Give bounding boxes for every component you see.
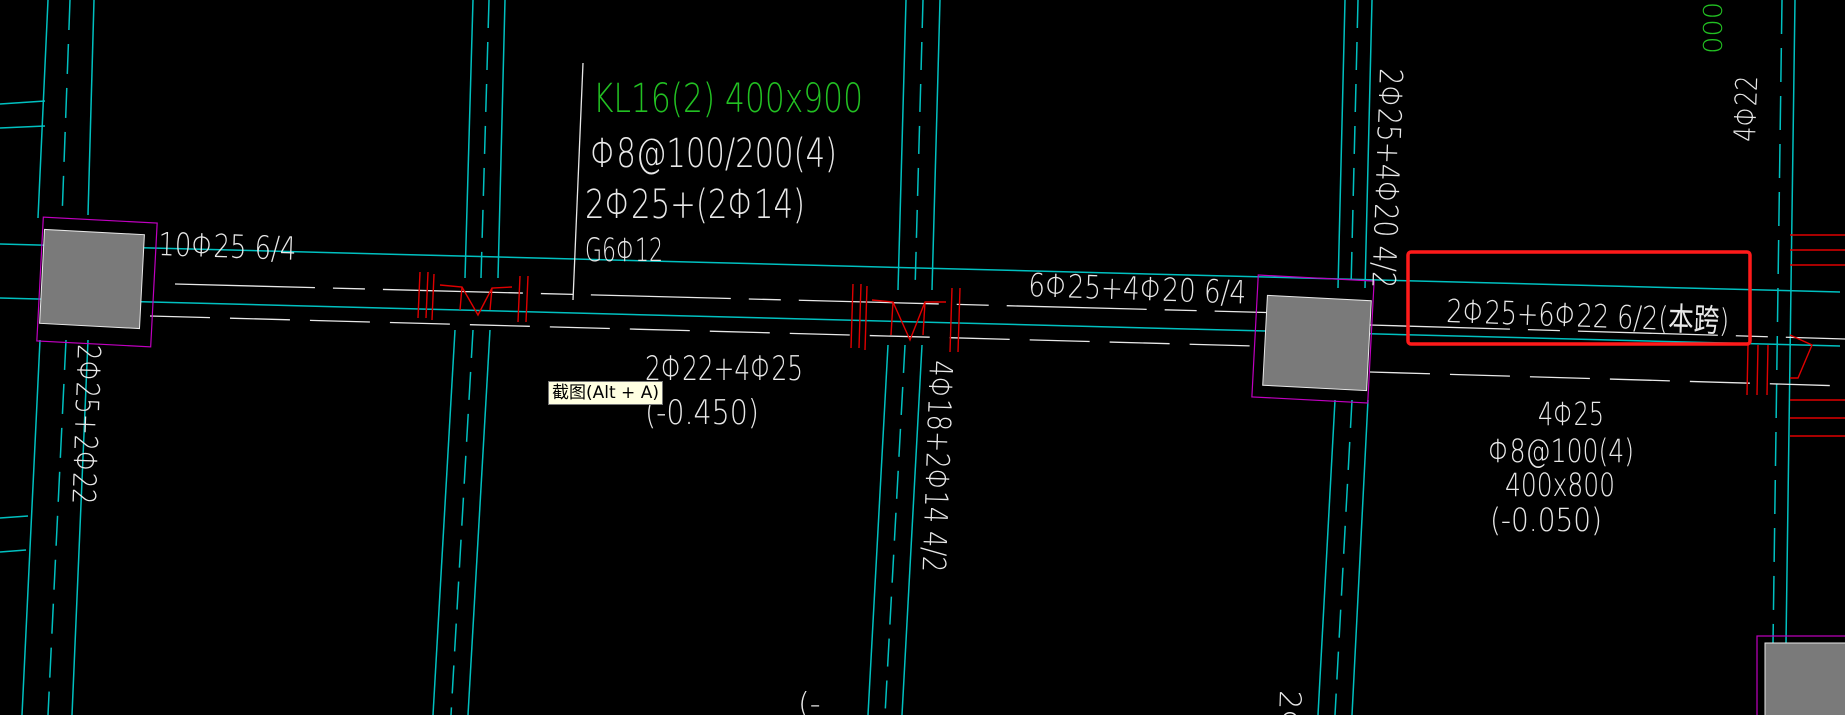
left-column-vertical-label: 2Φ25+2Φ22 (64, 344, 108, 505)
right-column-vertical-label: 2Φ25+4Φ20 4/2 (1364, 68, 1410, 289)
far-right-vertical-label: 4Φ22 (1728, 75, 1765, 142)
beam-stirrup-label: Φ8@100/200(4) (590, 131, 837, 177)
beam-longitudinal-label: 2Φ25+(2Φ14) (585, 182, 805, 228)
mid-vertical-label: 4Φ18+2Φ14 4/2 (915, 360, 960, 573)
column-bottom-right (1756, 635, 1845, 715)
screenshot-tooltip: 截图(Alt + A) (548, 381, 663, 405)
span-bottom-label: 2Φ22+4Φ25 (645, 349, 803, 389)
top-right-green-label: 000 (1696, 2, 1726, 54)
beam-side-bars-label: G6Φ12 (585, 231, 663, 269)
bottom-partial-mid-label: 2Φ (1270, 690, 1307, 715)
right-stirrups-label: Φ8@100(4) (1488, 432, 1634, 470)
beam-name-label: KL16(2) 400x900 (593, 76, 863, 122)
drawing-background (0, 0, 1845, 715)
right-support-top-label: 6Φ25+4Φ20 6/4 (1028, 266, 1247, 312)
bottom-partial-left-label: (- (798, 687, 821, 715)
right-bars-label: 4Φ25 (1538, 395, 1604, 433)
left-support-top-label: 10Φ25 6/4 (158, 225, 297, 268)
right-section-label: 400x800 (1505, 466, 1615, 504)
right-elevation-label: (-0.050) (1490, 501, 1602, 539)
cad-drawing-canvas[interactable]: KL16(2) 400x900 Φ8@100/200(4) 2Φ25+(2Φ14… (0, 0, 1845, 715)
